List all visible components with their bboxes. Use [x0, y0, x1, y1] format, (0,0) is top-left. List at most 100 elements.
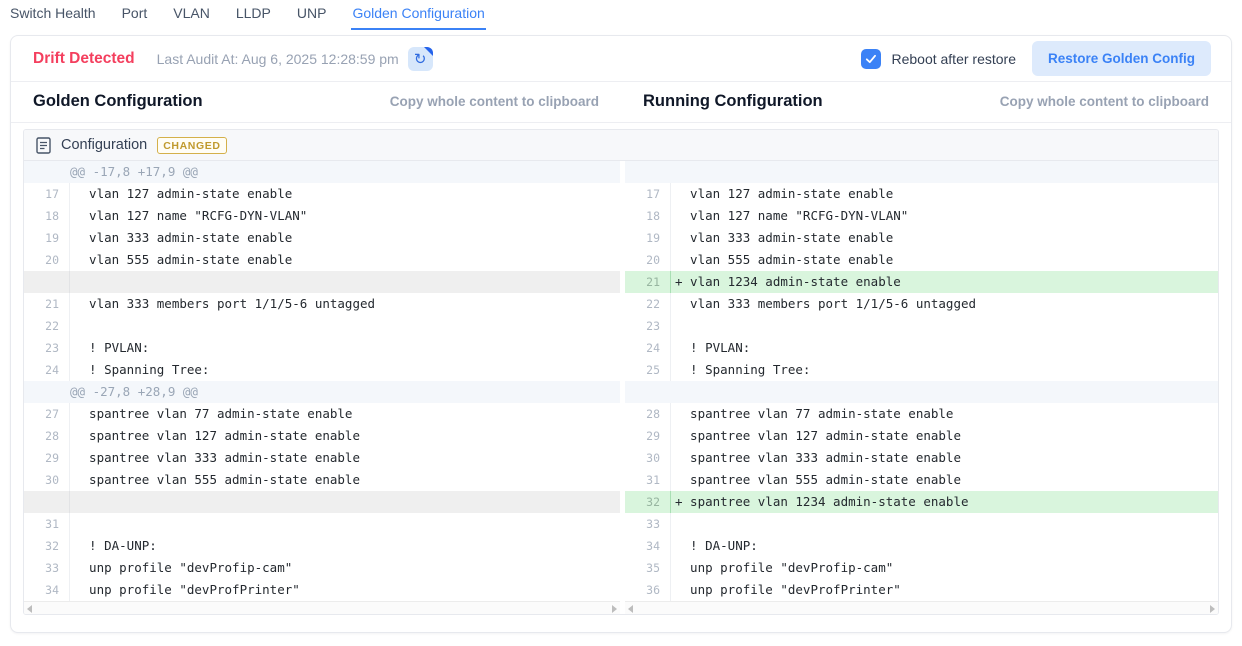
tab-golden-configuration[interactable]: Golden Configuration [351, 1, 485, 30]
diff-code-row: 27 spantree vlan 77 admin-state enable [24, 403, 620, 425]
line-number: 22 [625, 293, 671, 315]
diff-code-row: 17 vlan 127 admin-state enable [24, 183, 620, 205]
line-number: 22 [24, 315, 70, 337]
diff-code-row: 33 unp profile "devProfip-cam" [24, 557, 620, 579]
line-number: 24 [24, 359, 70, 381]
code-line: vlan 127 admin-state enable [70, 183, 620, 205]
golden-config-header: Golden Configuration Copy whole content … [11, 82, 621, 122]
line-number: 35 [625, 557, 671, 579]
diff-code-row: 23 ! PVLAN: [24, 337, 620, 359]
diff-code-row: 32 ! DA-UNP: [24, 535, 620, 557]
code-line [671, 513, 1218, 535]
diff-code-row: 31 spantree vlan 555 admin-state enable [625, 469, 1218, 491]
code-line: spantree vlan 127 admin-state enable [70, 425, 620, 447]
code-line: ! Spanning Tree: [671, 359, 1218, 381]
line-number: 25 [625, 359, 671, 381]
line-number: 31 [625, 469, 671, 491]
diff-code-row: 19 vlan 333 admin-state enable [625, 227, 1218, 249]
scroll-right-arrow-icon[interactable] [1210, 605, 1215, 613]
line-number: 23 [625, 315, 671, 337]
code-line: spantree vlan 77 admin-state enable [671, 403, 1218, 425]
code-line: unp profile "devProfPrinter" [70, 579, 620, 601]
line-number: 31 [24, 513, 70, 535]
line-number: 30 [625, 447, 671, 469]
tab-vlan[interactable]: VLAN [172, 1, 211, 30]
code-line: + vlan 1234 admin-state enable [671, 271, 1218, 293]
code-line [671, 315, 1218, 337]
diff-code-row: 22 [24, 315, 620, 337]
code-line: vlan 127 name "RCFG-DYN-VLAN" [671, 205, 1218, 227]
copy-running-config-link[interactable]: Copy whole content to clipboard [1000, 94, 1209, 109]
code-line: vlan 127 name "RCFG-DYN-VLAN" [70, 205, 620, 227]
golden-config-pane: @@ -17,8 +17,9 @@17 vlan 127 admin-state… [24, 161, 620, 614]
line-number: 20 [24, 249, 70, 271]
tab-switch-health[interactable]: Switch Health [9, 1, 97, 30]
diff-code-row: 19 vlan 333 admin-state enable [24, 227, 620, 249]
copy-golden-config-link[interactable]: Copy whole content to clipboard [390, 94, 599, 109]
scroll-right-arrow-icon[interactable] [612, 605, 617, 613]
scroll-left-arrow-icon[interactable] [628, 605, 633, 613]
diff-code-row: 34 unp profile "devProfPrinter" [24, 579, 620, 601]
golden-config-title: Golden Configuration [33, 92, 203, 111]
code-line [70, 491, 620, 513]
code-line: ! PVLAN: [70, 337, 620, 359]
code-line: spantree vlan 77 admin-state enable [70, 403, 620, 425]
tab-unp[interactable]: UNP [296, 1, 328, 30]
code-line: vlan 333 admin-state enable [70, 227, 620, 249]
configuration-section-title: Configuration [61, 137, 147, 153]
diff-added-row: 21+ vlan 1234 admin-state enable [625, 271, 1218, 293]
changed-badge: CHANGED [157, 137, 226, 154]
restore-golden-config-button[interactable]: Restore Golden Config [1032, 41, 1211, 76]
diff-hunk-row [625, 381, 1218, 403]
diff-code-row: 30 spantree vlan 333 admin-state enable [625, 447, 1218, 469]
code-line: spantree vlan 555 admin-state enable [70, 469, 620, 491]
diff-code-row: 21 vlan 333 members port 1/1/5-6 untagge… [24, 293, 620, 315]
code-line [70, 315, 620, 337]
diff-code-row: 24 ! PVLAN: [625, 337, 1218, 359]
scroll-left-arrow-icon[interactable] [27, 605, 32, 613]
diff-hunk-row: @@ -27,8 +28,9 @@ [24, 381, 620, 403]
refresh-audit-icon[interactable]: ↻ [408, 47, 433, 71]
diff-code-row: 34 ! DA-UNP: [625, 535, 1218, 557]
line-number: 29 [24, 447, 70, 469]
diff-code-row: 29 spantree vlan 127 admin-state enable [625, 425, 1218, 447]
tab-port[interactable]: Port [121, 1, 149, 30]
code-line: unp profile "devProfPrinter" [671, 579, 1218, 601]
code-line: spantree vlan 127 admin-state enable [671, 425, 1218, 447]
diff-filler-row [24, 491, 620, 513]
code-line: spantree vlan 333 admin-state enable [70, 447, 620, 469]
line-number: 34 [625, 535, 671, 557]
page-fold-decoration [424, 47, 433, 56]
tab-bar: Switch Health Port VLAN LLDP UNP Golden Confi… [0, 0, 1242, 30]
code-line [70, 271, 620, 293]
diff-code-row: 24 ! Spanning Tree: [24, 359, 620, 381]
last-audit-timestamp: Last Audit At: Aug 6, 2025 12:28:59 pm [157, 51, 399, 67]
line-number: 33 [24, 557, 70, 579]
diff-code-row: 30 spantree vlan 555 admin-state enable [24, 469, 620, 491]
configuration-section-header: Configuration CHANGED [24, 130, 1218, 161]
diff-code-row: 17 vlan 127 admin-state enable [625, 183, 1218, 205]
code-line: ! PVLAN: [671, 337, 1218, 359]
drift-status: Drift Detected [33, 50, 135, 68]
golden-horizontal-scrollbar[interactable] [24, 601, 620, 614]
diff-added-row: 32+ spantree vlan 1234 admin-state enabl… [625, 491, 1218, 513]
diff-hunk-row [625, 161, 1218, 183]
line-number: 21 [24, 293, 70, 315]
line-number: 30 [24, 469, 70, 491]
line-number: 32 [625, 491, 671, 513]
line-number: 17 [625, 183, 671, 205]
diff-code-row: 33 [625, 513, 1218, 535]
check-icon [864, 52, 878, 66]
running-horizontal-scrollbar[interactable] [625, 601, 1218, 614]
diff-code-row: 22 vlan 333 members port 1/1/5-6 untagge… [625, 293, 1218, 315]
tab-lldp[interactable]: LLDP [235, 1, 272, 30]
line-number: 33 [625, 513, 671, 535]
code-line [70, 513, 620, 535]
code-line: spantree vlan 555 admin-state enable [671, 469, 1218, 491]
diff-code-row: 36 unp profile "devProfPrinter" [625, 579, 1218, 601]
reboot-after-restore-checkbox[interactable] [861, 49, 881, 69]
diff-code-row: 20 vlan 555 admin-state enable [24, 249, 620, 271]
line-number: 28 [625, 403, 671, 425]
line-number: 21 [625, 271, 671, 293]
diff-code-row: 28 spantree vlan 77 admin-state enable [625, 403, 1218, 425]
